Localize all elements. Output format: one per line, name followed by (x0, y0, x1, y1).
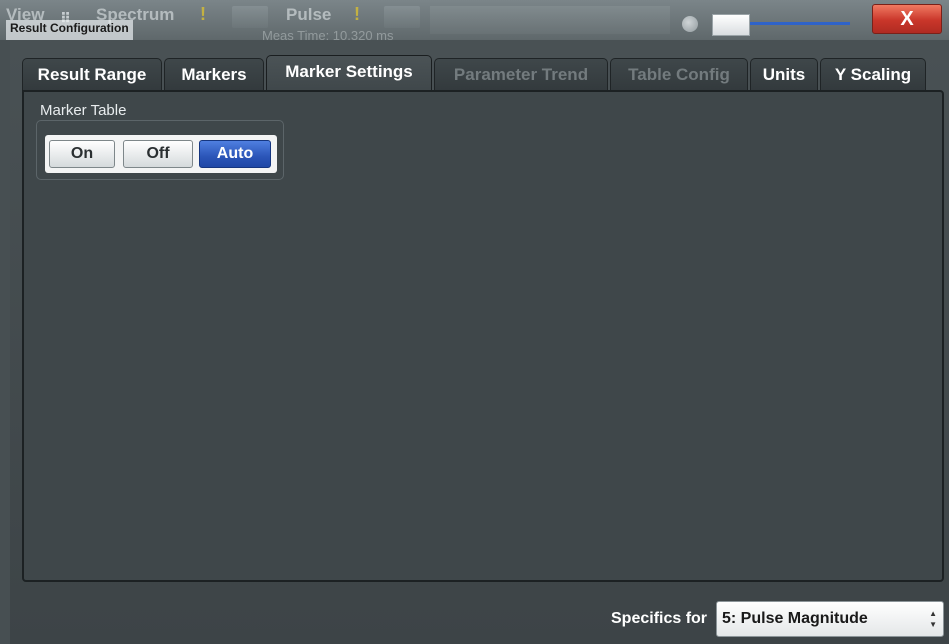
transparency-slider[interactable] (710, 14, 850, 36)
result-configuration-dialog: View Spectrum ! Pulse ! Meas Time: 10.32… (0, 0, 949, 644)
bg-tab-pulse: Pulse (286, 5, 332, 24)
tab-units[interactable]: Units (750, 58, 818, 90)
tab-result-range[interactable]: Result Range (22, 58, 162, 90)
specifics-for-value: 5: Pulse Magnitude (722, 610, 868, 627)
left-edge (0, 40, 10, 644)
dialog-title: Result Configuration (6, 20, 133, 40)
slider-thumb[interactable] (712, 14, 750, 36)
chevron-updown-icon: ▲ ▼ (929, 609, 937, 629)
slider-track[interactable] (740, 22, 850, 25)
close-icon: X (900, 8, 914, 30)
marker-table-auto-button[interactable]: Auto (199, 140, 271, 168)
tab-y-scaling[interactable]: Y Scaling (820, 58, 926, 90)
transparency-icon (682, 16, 698, 32)
bg-panel (430, 6, 670, 34)
marker-settings-panel: Marker Table On Off Auto (22, 90, 944, 582)
specifics-for-label: Specifics for (611, 610, 708, 627)
close-button[interactable]: X (872, 4, 942, 34)
bg-toggle-button (232, 6, 268, 28)
tab-table-config: Table Config (610, 58, 748, 90)
marker-table-on-button[interactable]: On (49, 140, 115, 168)
bg-toggle-button (384, 6, 420, 28)
marker-table-off-button[interactable]: Off (123, 140, 193, 168)
tab-marker-settings[interactable]: Marker Settings (266, 55, 432, 92)
tab-markers[interactable]: Markers (164, 58, 264, 90)
bg-meas-time: Meas Time: 10.320 ms (262, 28, 394, 43)
marker-table-group: On Off Auto (36, 120, 284, 180)
specifics-for-select[interactable]: 5: Pulse Magnitude ▲ ▼ (716, 601, 944, 637)
warning-icon: ! (200, 4, 206, 24)
marker-table-label: Marker Table (40, 102, 127, 119)
warning-icon: ! (354, 4, 360, 24)
tab-parameter-trend: Parameter Trend (434, 58, 608, 90)
marker-table-toggle: On Off Auto (45, 135, 277, 173)
